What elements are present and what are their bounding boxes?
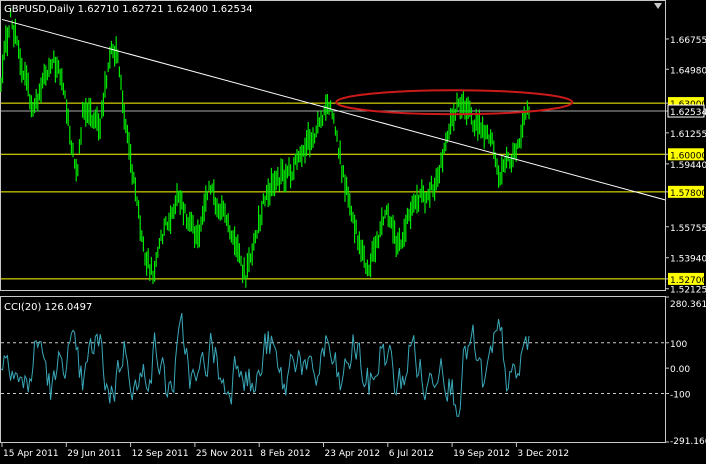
mt4-chart-window[interactable]: GBPUSD,Daily 1.62710 1.62721 1.62400 1.6…: [0, 0, 706, 464]
price-tag: 1.53940: [670, 255, 706, 265]
time-tick-label: 23 Apr 2012: [325, 449, 381, 459]
price-tag: 1.55755: [670, 224, 706, 234]
time-tick-label: 6 Jul 2012: [389, 449, 434, 459]
price-tag: 1.59440: [670, 161, 706, 171]
price-tag: 1.52700: [670, 276, 706, 286]
cci-tag: -100: [670, 391, 691, 401]
cci-tag: 280.3617: [670, 300, 706, 310]
time-tick-label: 12 Sep 2011: [132, 449, 189, 459]
price-tag: 1.66755: [670, 36, 706, 46]
cci-tag: 100: [670, 340, 687, 350]
chart-header: GBPUSD,Daily 1.62710 1.62721 1.62400 1.6…: [4, 4, 253, 15]
time-tick-label: 15 Apr 2011: [3, 449, 59, 459]
price-tag: 1.64980: [670, 66, 706, 76]
time-tick-label: 8 Feb 2012: [260, 449, 310, 459]
cci-tag: 0.00: [670, 365, 690, 375]
time-tick-label: 19 Sep 2012: [453, 449, 510, 459]
price-tag: 1.52125: [670, 286, 706, 296]
cci-label: CCI(20) 126.0497: [4, 302, 92, 313]
price-tag: 1.62534: [670, 108, 706, 118]
cci-tag: -291.166: [670, 437, 706, 447]
price-tag: 1.57800: [670, 189, 706, 199]
time-tick-label: 29 Jun 2011: [67, 449, 121, 459]
chart-background: [0, 0, 706, 464]
price-scale: 1.667551.649801.630001.625341.612551.600…: [665, 36, 706, 296]
time-tick-label: 3 Dec 2012: [517, 449, 569, 459]
price-tag: 1.60000: [670, 151, 706, 161]
price-tag: 1.61255: [670, 130, 706, 140]
time-tick-label: 25 Nov 2011: [196, 449, 254, 459]
